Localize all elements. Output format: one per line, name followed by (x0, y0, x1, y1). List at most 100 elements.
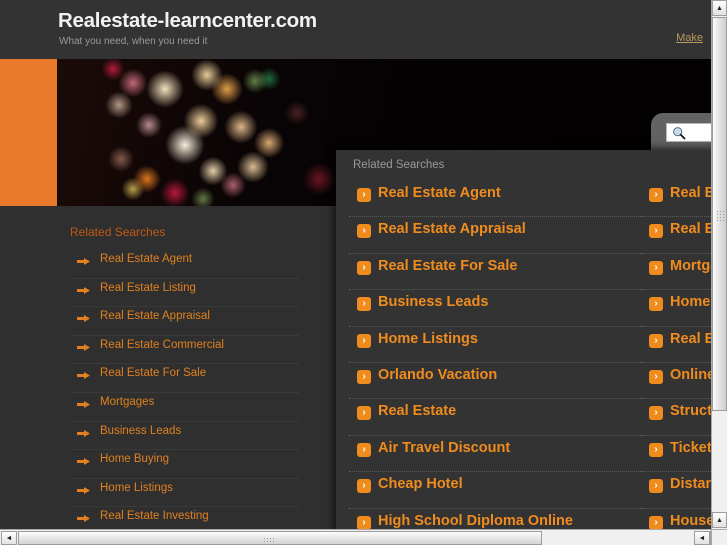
arrow-right-icon (77, 343, 90, 351)
ad-item-label: Houses (670, 512, 711, 529)
ad-item-label: Home B (670, 294, 711, 311)
arrow-right-icon (77, 315, 90, 323)
chevron-right-box-icon: › (357, 188, 371, 202)
site-title: Realestate-learncenter.com (58, 9, 317, 32)
horizontal-scrollbar[interactable]: ◄ ◄ ► (0, 529, 727, 545)
list-item[interactable]: Real Estate Listing (70, 279, 299, 308)
list-item[interactable]: › Real Es (641, 327, 711, 363)
sidebar-item-label: Real Estate Appraisal (100, 310, 210, 323)
chevron-right-box-icon: › (649, 515, 663, 529)
scroll-up-button[interactable]: ▲ (712, 0, 727, 16)
chevron-right-box-icon: › (357, 442, 371, 457)
vertical-scrollbar[interactable]: ▲ ▲ ▼ (711, 0, 727, 545)
scroll-left-button-secondary[interactable]: ◄ (694, 531, 710, 545)
ad-item-label: Business Leads (378, 294, 489, 311)
make-homepage-link[interactable]: Make (676, 32, 703, 44)
ad-item-label: High School Diploma Online (378, 512, 573, 529)
list-item[interactable]: Business Leads (70, 422, 299, 451)
list-item[interactable]: Real Estate For Sale (70, 364, 299, 393)
list-item[interactable]: › Tickets (641, 436, 711, 473)
triangle-left-icon: ◄ (698, 534, 706, 542)
vertical-scrollbar-thumb[interactable] (712, 17, 727, 411)
horizontal-scrollbar-thumb[interactable] (18, 531, 542, 545)
chevron-right-box-icon: › (357, 515, 371, 529)
list-item[interactable]: › Cheap Hotel (349, 472, 641, 509)
list-item[interactable]: Real Estate Appraisal (70, 307, 299, 336)
sidebar-item-label: Real Estate Commercial (100, 338, 224, 351)
ad-link-column-right: › Real Es › Real Es › Mortga › Home B › … (641, 181, 711, 529)
search-icon (673, 127, 686, 140)
list-item[interactable]: Real Estate Commercial (70, 336, 299, 365)
chevron-right-box-icon: › (357, 260, 371, 275)
sidebar-item-label: Mortgages (100, 395, 155, 408)
ad-item-label: Home Listings (378, 330, 478, 347)
chevron-right-box-icon: › (649, 442, 663, 457)
list-item[interactable]: › High School Diploma Online (349, 509, 641, 529)
scrollbar-grip (263, 537, 274, 544)
list-item[interactable]: › Home Listings (349, 327, 641, 363)
ad-item-label: Real Estate (378, 403, 457, 420)
list-item[interactable]: › Real Estate (349, 399, 641, 436)
site-tagline: What you need, when you need it (59, 36, 208, 47)
sidebar-item-label: Real Estate For Sale (100, 367, 207, 380)
sidebar-item-label: Real Estate Investing (100, 510, 209, 523)
list-item[interactable]: › Houses (641, 509, 711, 529)
ad-item-label: Real Es (670, 330, 711, 347)
scroll-up-button-secondary[interactable]: ▲ (712, 512, 727, 528)
triangle-up-icon: ▲ (716, 516, 723, 524)
chevron-right-box-icon: › (649, 297, 663, 312)
scrollbar-corner (711, 529, 727, 545)
arrow-right-icon (77, 486, 90, 494)
list-item[interactable]: Home Listings (70, 479, 299, 508)
triangle-left-icon: ◄ (5, 534, 13, 542)
list-item[interactable]: › Home B (641, 290, 711, 327)
sidebar-heading: Related Searches (70, 225, 166, 239)
ad-item-label: Air Travel Discount (378, 439, 511, 456)
hero-orange-block (0, 59, 57, 206)
chevron-right-box-icon: › (649, 224, 663, 239)
chevron-right-box-icon: › (649, 479, 663, 494)
ad-item-label: Cheap Hotel (378, 476, 463, 493)
ad-item-label: Real Estate Agent (378, 185, 501, 201)
scroll-left-button[interactable]: ◄ (1, 531, 17, 545)
sidebar-item-label: Real Estate Listing (100, 281, 196, 294)
list-item[interactable]: › Mortga (641, 254, 711, 291)
ad-overlay-heading: Related Searches (353, 159, 445, 171)
list-item[interactable]: › Real Estate For Sale (349, 254, 641, 291)
chevron-right-box-icon: › (649, 369, 663, 384)
list-item[interactable]: › Real Estate Appraisal (349, 217, 641, 254)
list-item[interactable]: › Real Estate Agent (349, 181, 641, 218)
list-item[interactable]: › Real Es (641, 181, 711, 218)
browser-viewport: Realestate-learncenter.com What you need… (0, 0, 711, 529)
ad-item-label: Structu (670, 403, 711, 420)
chevron-right-box-icon: › (357, 406, 371, 421)
site-header: Realestate-learncenter.com What you need… (0, 0, 711, 59)
list-item[interactable]: › Business Leads (349, 290, 641, 327)
arrow-right-icon (77, 258, 90, 265)
triangle-up-icon: ▲ (716, 4, 723, 12)
chevron-right-box-icon: › (649, 260, 663, 275)
list-item[interactable]: › Structu (641, 399, 711, 436)
list-item[interactable]: › Air Travel Discount (349, 436, 641, 473)
chevron-right-box-icon: › (649, 333, 663, 348)
ad-item-label: Real Estate For Sale (378, 257, 518, 274)
list-item[interactable]: › Orlando Vacation (349, 363, 641, 400)
ad-item-label: Online (670, 366, 711, 383)
arrow-right-icon (77, 429, 90, 437)
list-item[interactable]: › Distanc (641, 472, 711, 509)
list-item[interactable]: › Real Es (641, 217, 711, 254)
list-item[interactable]: Real Estate Investing (70, 507, 299, 529)
chevron-right-box-icon: › (357, 224, 371, 239)
scrollbar-grip (716, 210, 725, 221)
list-item[interactable]: Mortgages (70, 393, 299, 422)
sidebar-item-label: Home Buying (100, 453, 170, 466)
list-item[interactable]: › Online (641, 363, 711, 400)
sidebar-link-list: Real Estate Agent Real Estate Listing Re… (70, 250, 299, 529)
ad-item-label: Mortga (670, 257, 711, 274)
related-searches-ad-overlay: Related Searches › Real Estate Agent › R… (336, 150, 711, 529)
list-item[interactable]: Home Buying (70, 450, 299, 479)
sidebar-item-label: Home Listings (100, 481, 173, 494)
arrow-right-icon (77, 515, 90, 523)
list-item[interactable]: Real Estate Agent (70, 250, 299, 279)
chevron-right-box-icon: › (357, 333, 371, 348)
